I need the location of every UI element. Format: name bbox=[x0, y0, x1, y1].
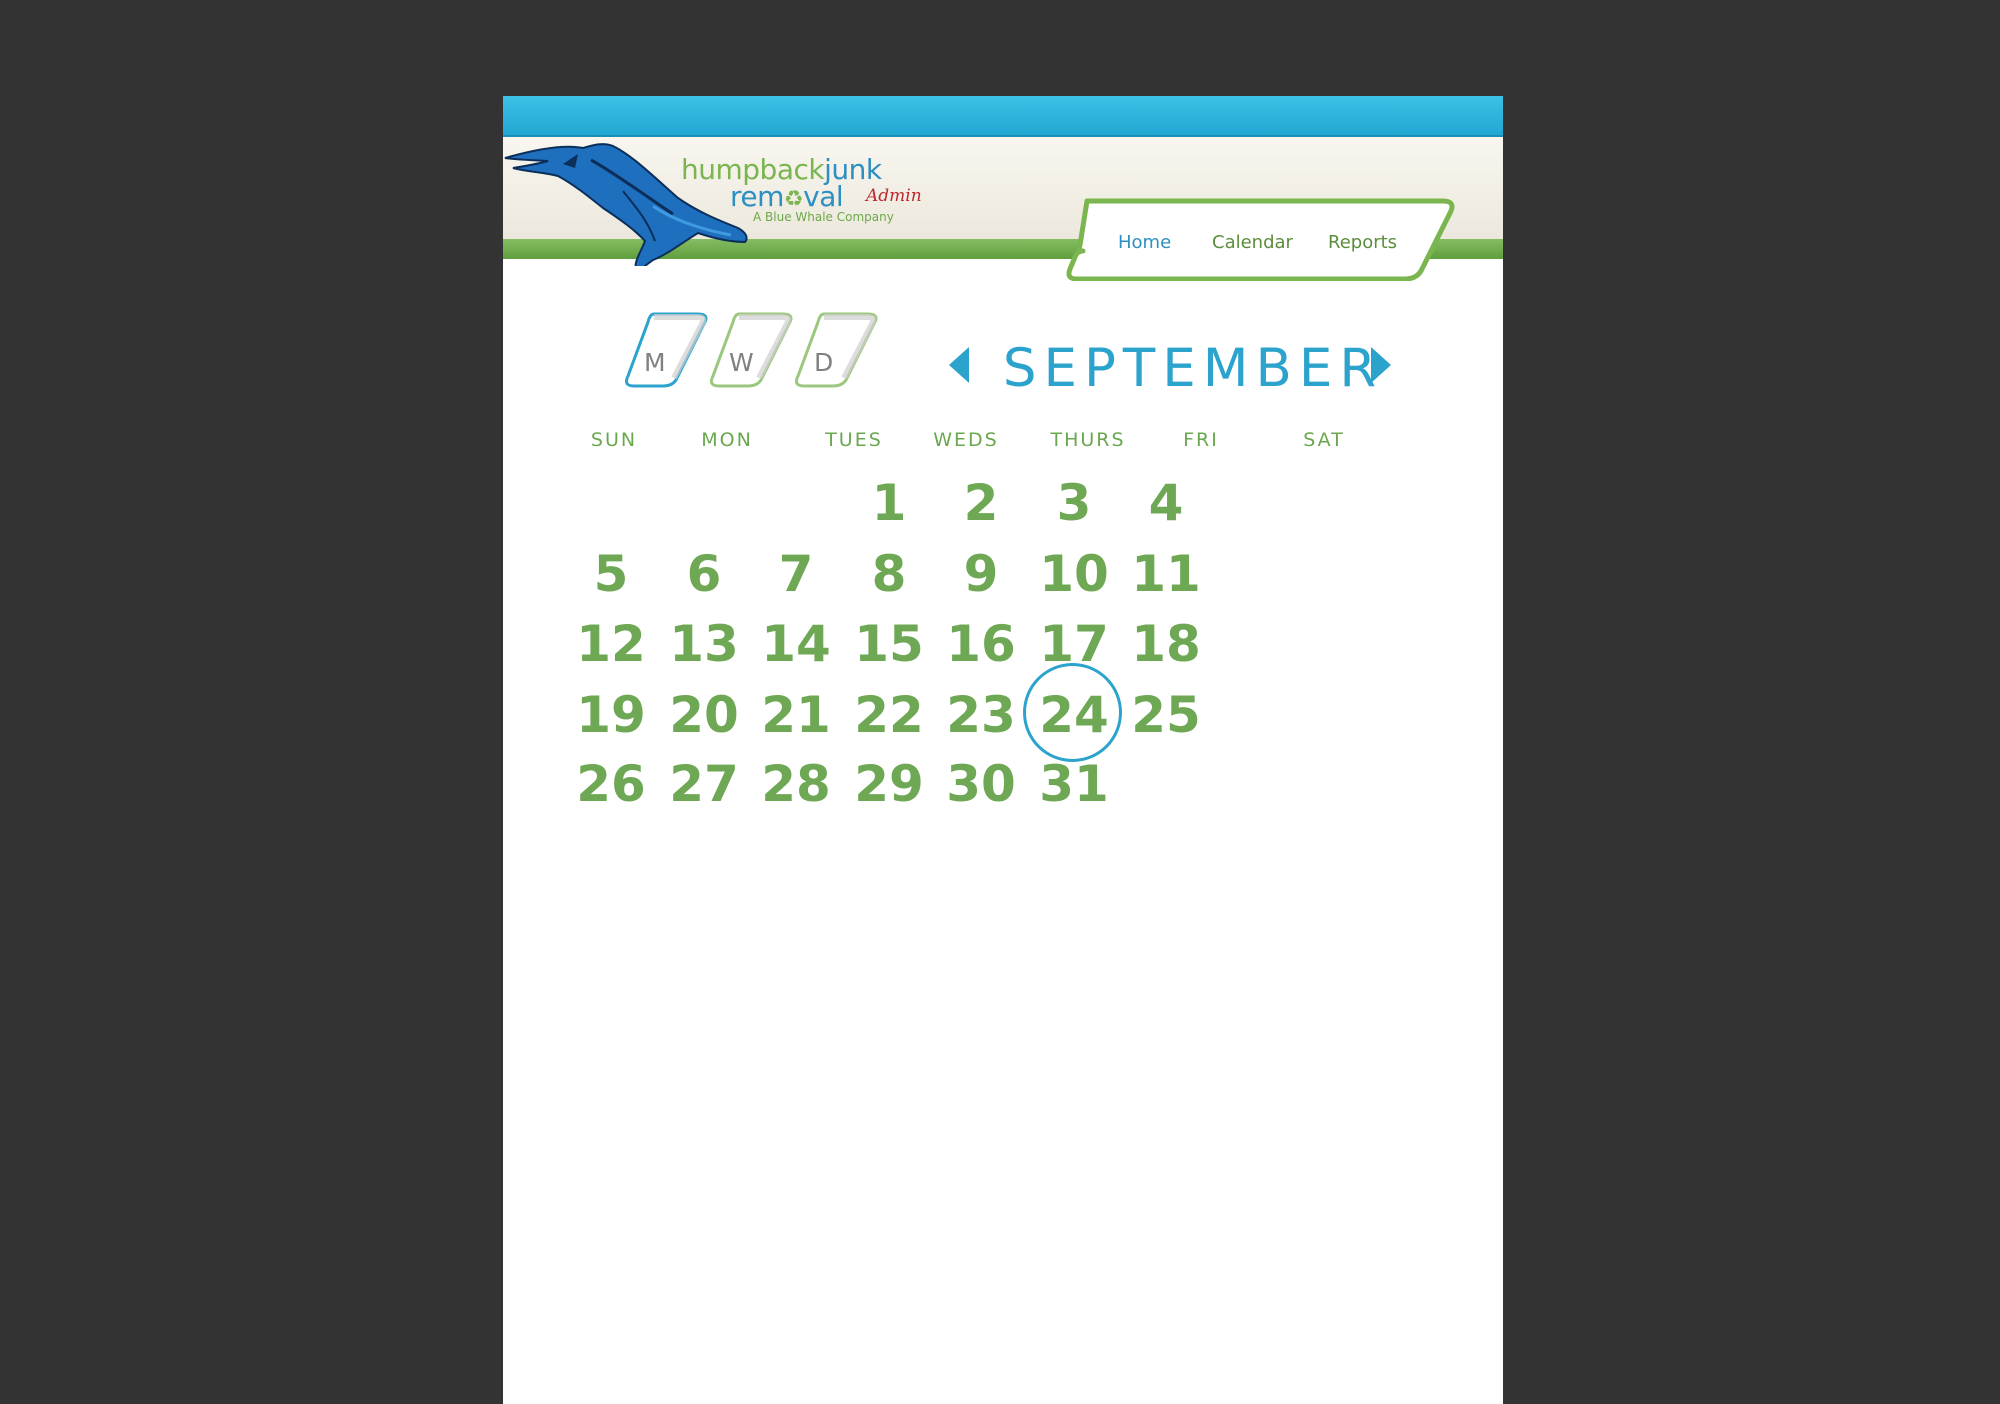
weekday-tues: TUES bbox=[825, 429, 883, 451]
day-cell[interactable]: 31 bbox=[1014, 749, 1134, 819]
day-cell[interactable]: 18 bbox=[1106, 609, 1226, 679]
view-day-label: D bbox=[814, 348, 834, 377]
brand-line-2: rem♻val bbox=[730, 180, 844, 213]
view-day-frame bbox=[795, 312, 878, 388]
admin-label: Admin bbox=[866, 186, 922, 206]
weekday-sat: SAT bbox=[1303, 429, 1345, 451]
caret-right-icon[interactable] bbox=[1369, 347, 1391, 383]
caret-left-icon[interactable] bbox=[949, 347, 971, 383]
recycle-icon: ♻ bbox=[783, 187, 804, 212]
app-page: humpbackjunk rem♻val Admin A Blue Whale … bbox=[503, 96, 1503, 1404]
view-week-label: W bbox=[729, 348, 754, 377]
day-cell[interactable]: 11 bbox=[1106, 539, 1226, 609]
view-week-button[interactable]: W bbox=[703, 306, 799, 390]
nav-calendar[interactable]: Calendar bbox=[1212, 232, 1293, 253]
weekday-mon: MON bbox=[701, 429, 753, 451]
weekday-thurs: THURS bbox=[1050, 429, 1126, 451]
view-month-button[interactable]: M bbox=[618, 306, 714, 390]
day-cell[interactable]: 4 bbox=[1106, 468, 1226, 538]
view-month-label: M bbox=[644, 348, 666, 377]
view-month-frame bbox=[625, 312, 708, 388]
top-bar bbox=[503, 96, 1503, 137]
brand-val: val bbox=[803, 180, 844, 213]
day-cell[interactable]: 25 bbox=[1106, 680, 1226, 750]
view-day-button[interactable]: D bbox=[788, 306, 884, 390]
weekday-fri: FRI bbox=[1183, 429, 1219, 451]
month-title: SEPTEMBER bbox=[1002, 338, 1384, 399]
brand-tagline: A Blue Whale Company bbox=[753, 210, 894, 224]
nav-home[interactable]: Home bbox=[1118, 232, 1171, 253]
nav-reports[interactable]: Reports bbox=[1328, 232, 1397, 253]
weekday-sun: SUN bbox=[590, 429, 638, 451]
weekday-weds: WEDS bbox=[933, 429, 999, 451]
brand-rem: rem bbox=[730, 180, 784, 213]
